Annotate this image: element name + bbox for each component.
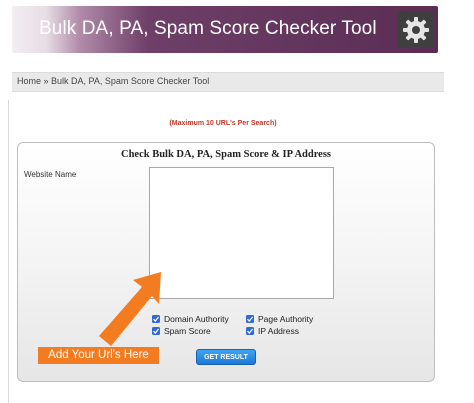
breadcrumb-text[interactable]: Home » Bulk DA, PA, Spam Score Checker T… (17, 76, 209, 86)
gear-icon (403, 16, 429, 43)
max-urls-notice: (Maximum 10 URL's Per Search) (169, 120, 277, 127)
ip-address-checkbox[interactable] (246, 327, 254, 335)
breadcrumb: Home » Bulk DA, PA, Spam Score Checker T… (12, 72, 444, 92)
get-result-button[interactable]: GET RESULT (196, 349, 256, 365)
option-page-authority[interactable]: Page Authority (246, 314, 313, 324)
content-divider (8, 100, 9, 403)
checker-form-panel: Check Bulk DA, PA, Spam Score & IP Addre… (17, 142, 435, 382)
checkmark-icon (247, 316, 254, 322)
page: Bulk DA, PA, Spam Score Checker Tool Hom… (0, 0, 474, 403)
form-title: Check Bulk DA, PA, Spam Score & IP Addre… (120, 149, 332, 160)
website-name-label: Website Name (24, 170, 77, 179)
spam-score-label: Spam Score (164, 326, 211, 336)
url-textarea[interactable] (149, 167, 334, 299)
page-authority-checkbox[interactable] (246, 315, 254, 323)
page-authority-label: Page Authority (258, 314, 314, 324)
checkmark-icon (247, 328, 254, 334)
option-ip-address[interactable]: IP Address (246, 326, 299, 336)
ip-address-label: IP Address (258, 326, 299, 336)
header-banner: Bulk DA, PA, Spam Score Checker Tool (12, 6, 438, 53)
annotation-arrow-icon (99, 272, 161, 346)
settings-button[interactable] (398, 11, 434, 48)
page-title: Bulk DA, PA, Spam Score Checker Tool (39, 18, 377, 39)
add-url-annotation: Add Your Url's Here (38, 347, 159, 364)
domain-authority-label: Domain Authority (164, 314, 229, 324)
